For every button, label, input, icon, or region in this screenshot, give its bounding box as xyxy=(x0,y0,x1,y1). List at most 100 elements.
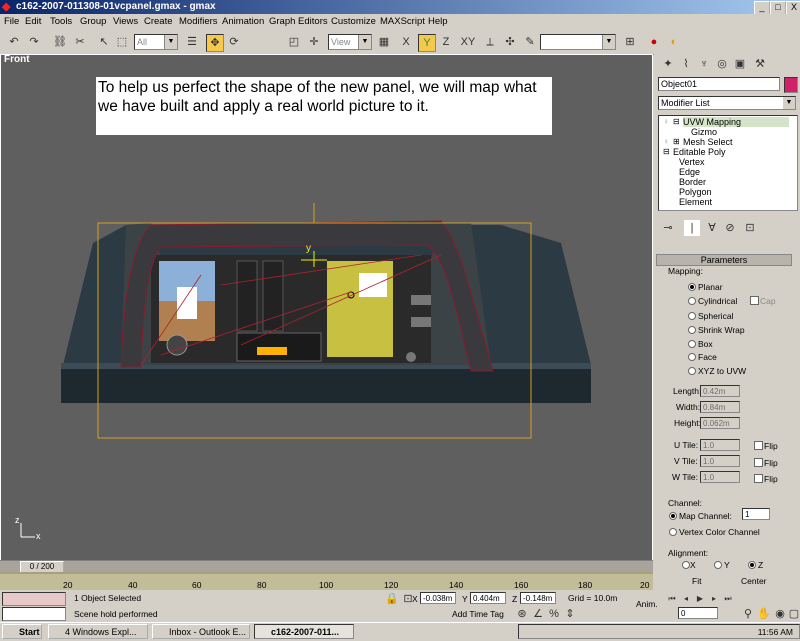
link-icon[interactable]: ⛓ xyxy=(52,34,68,50)
mapping-xyz-to-uvw-radio[interactable] xyxy=(688,367,696,375)
stack-item-editable-poly[interactable]: Editable Poly xyxy=(673,147,726,157)
align-icon[interactable]: ✣ xyxy=(502,34,518,50)
center-button[interactable]: Center xyxy=(741,576,767,586)
named-selection-sets-dropdown[interactable]: ▼ xyxy=(540,34,616,50)
width-spinner[interactable]: 0.84m xyxy=(700,401,740,413)
maxscript-listener-mini[interactable] xyxy=(2,592,66,606)
menu-file[interactable]: File xyxy=(4,16,19,27)
select-by-name-icon[interactable]: ☰ xyxy=(184,34,200,50)
task-outlook[interactable]: Inbox - Outlook E... xyxy=(152,624,250,639)
length-spinner[interactable]: 0.42m xyxy=(700,385,740,397)
mapping-spherical-radio[interactable] xyxy=(688,312,696,320)
mirror-pivot-icon[interactable]: ✛ xyxy=(306,34,322,50)
menu-views[interactable]: Views xyxy=(113,16,138,27)
fit-button[interactable]: Fit xyxy=(692,576,701,586)
close-button[interactable]: X xyxy=(786,1,800,15)
menu-help[interactable]: Help xyxy=(428,16,448,27)
lock-selection-icon[interactable]: 🔒 xyxy=(384,591,400,607)
menu-create[interactable]: Create xyxy=(144,16,173,27)
mapping-cylindrical-radio[interactable] xyxy=(688,297,696,305)
start-button[interactable]: Start xyxy=(2,624,42,639)
track-bar[interactable]: 20 40 60 80 100 120 140 160 180 20 xyxy=(0,572,653,590)
align-y-radio[interactable] xyxy=(714,561,722,569)
x-coord-field[interactable]: -0.038m xyxy=(420,592,456,604)
stack-item-polygon[interactable]: Polygon xyxy=(679,187,712,197)
menu-graph-editors[interactable]: Graph Editors xyxy=(269,16,328,27)
maximize-button[interactable]: □ xyxy=(770,1,786,15)
object-name-field[interactable]: Object01 xyxy=(658,77,780,91)
stack-item-vertex[interactable]: Vertex xyxy=(679,157,705,167)
select-rotate-icon[interactable]: ⟳ xyxy=(226,34,242,50)
reference-coord-dropdown[interactable]: View ▼ xyxy=(328,34,372,50)
object-color-swatch[interactable] xyxy=(784,77,798,93)
stack-item-mesh-select[interactable]: Mesh Select xyxy=(683,137,733,147)
go-to-end-icon[interactable]: ⏭ xyxy=(720,591,736,607)
axis-xy-button[interactable]: XY xyxy=(458,34,478,50)
mapping-planar-radio[interactable] xyxy=(688,283,696,291)
hierarchy-tab-icon[interactable]: ♆ xyxy=(696,56,712,72)
axis-y-button[interactable]: Y xyxy=(418,34,436,52)
axis-x-button[interactable]: X xyxy=(398,34,414,50)
cap-checkbox[interactable] xyxy=(750,296,759,305)
display-tab-icon[interactable]: ▣ xyxy=(732,56,748,72)
pan-icon[interactable]: ✋ xyxy=(756,606,772,622)
percent-snap-icon[interactable]: % xyxy=(546,606,562,622)
map-channel-radio[interactable] xyxy=(669,512,677,520)
z-coord-field[interactable]: -0.148m xyxy=(520,592,556,604)
spinner-snap-icon[interactable]: ⇕ xyxy=(562,606,578,622)
animate-button[interactable]: Anim. xyxy=(636,599,658,609)
stack-item-element[interactable]: Element xyxy=(679,197,712,207)
select-move-icon[interactable]: ✥ xyxy=(206,34,224,52)
named-selection-icon[interactable]: ✎ xyxy=(522,34,538,50)
expand-icon[interactable]: ⊟ xyxy=(663,147,670,156)
viewport-label[interactable]: Front xyxy=(4,54,30,65)
w-tile-spinner[interactable]: 1.0 xyxy=(700,471,740,483)
redo-icon[interactable]: ↷ xyxy=(26,34,42,50)
show-end-result-icon[interactable]: | xyxy=(684,220,700,236)
stack-item-edge[interactable]: Edge xyxy=(679,167,700,177)
create-tab-icon[interactable]: ✦ xyxy=(660,56,676,72)
render-scene-icon[interactable]: ◐ xyxy=(666,34,682,50)
stack-item-border[interactable]: Border xyxy=(679,177,706,187)
select-scale-icon[interactable]: ◰ xyxy=(286,34,302,50)
v-flip-checkbox[interactable] xyxy=(754,458,763,467)
v-tile-spinner[interactable]: 1.0 xyxy=(700,455,740,467)
expand-icon[interactable]: ⊞ xyxy=(673,137,680,146)
mapping-box-radio[interactable] xyxy=(688,340,696,348)
utilities-tab-icon[interactable]: ⚒ xyxy=(752,56,768,72)
mirror-icon[interactable]: ⟂ xyxy=(482,34,498,50)
select-region-icon[interactable]: ⬚ xyxy=(114,34,130,50)
stack-item-gizmo[interactable]: Gizmo xyxy=(691,127,717,137)
menu-customize[interactable]: Customize xyxy=(331,16,376,27)
maximize-viewport-icon[interactable]: ▢ xyxy=(786,606,800,622)
zoom-icon[interactable]: ⚲ xyxy=(740,606,756,622)
lightbulb-icon[interactable]: ♀ xyxy=(663,137,669,146)
modify-tab-icon[interactable]: ⌇ xyxy=(678,56,694,72)
u-flip-checkbox[interactable] xyxy=(754,441,763,450)
vertex-color-channel-radio[interactable] xyxy=(669,528,677,536)
stack-item-uvw-mapping[interactable]: UVW Mapping xyxy=(683,117,789,127)
pivot-center-icon[interactable]: ▦ xyxy=(376,34,392,50)
height-spinner[interactable]: 0.062m xyxy=(700,417,740,429)
add-time-tag-button[interactable]: Add Time Tag xyxy=(452,609,504,619)
mapping-face-radio[interactable] xyxy=(688,353,696,361)
align-x-radio[interactable] xyxy=(682,561,690,569)
menu-edit[interactable]: Edit xyxy=(25,16,41,27)
modifier-list-dropdown[interactable]: Modifier List ▼ xyxy=(658,96,796,110)
unlink-icon[interactable]: ✂ xyxy=(72,34,88,50)
snap-toggle-icon[interactable]: ⊞ xyxy=(622,34,638,50)
current-frame-field[interactable]: 0 xyxy=(678,607,718,619)
snap-icon[interactable]: ⊛ xyxy=(514,606,530,622)
task-gmax[interactable]: c162-2007-011... xyxy=(254,624,354,639)
menu-animation[interactable]: Animation xyxy=(222,16,264,27)
make-unique-icon[interactable]: ∀ xyxy=(704,220,720,236)
parameters-rollup-header[interactable]: Parameters xyxy=(656,254,792,266)
motion-tab-icon[interactable]: ◎ xyxy=(714,56,730,72)
u-tile-spinner[interactable]: 1.0 xyxy=(700,439,740,451)
selection-filter-dropdown[interactable]: All ▼ xyxy=(134,34,178,50)
remove-modifier-icon[interactable]: ⊘ xyxy=(722,220,738,236)
y-coord-field[interactable]: 0.404m xyxy=(470,592,506,604)
mapping-shrink-wrap-radio[interactable] xyxy=(688,326,696,334)
material-editor-icon[interactable]: ● xyxy=(646,34,662,50)
task-windows-explorer[interactable]: 4 Windows Expl... xyxy=(48,624,148,639)
